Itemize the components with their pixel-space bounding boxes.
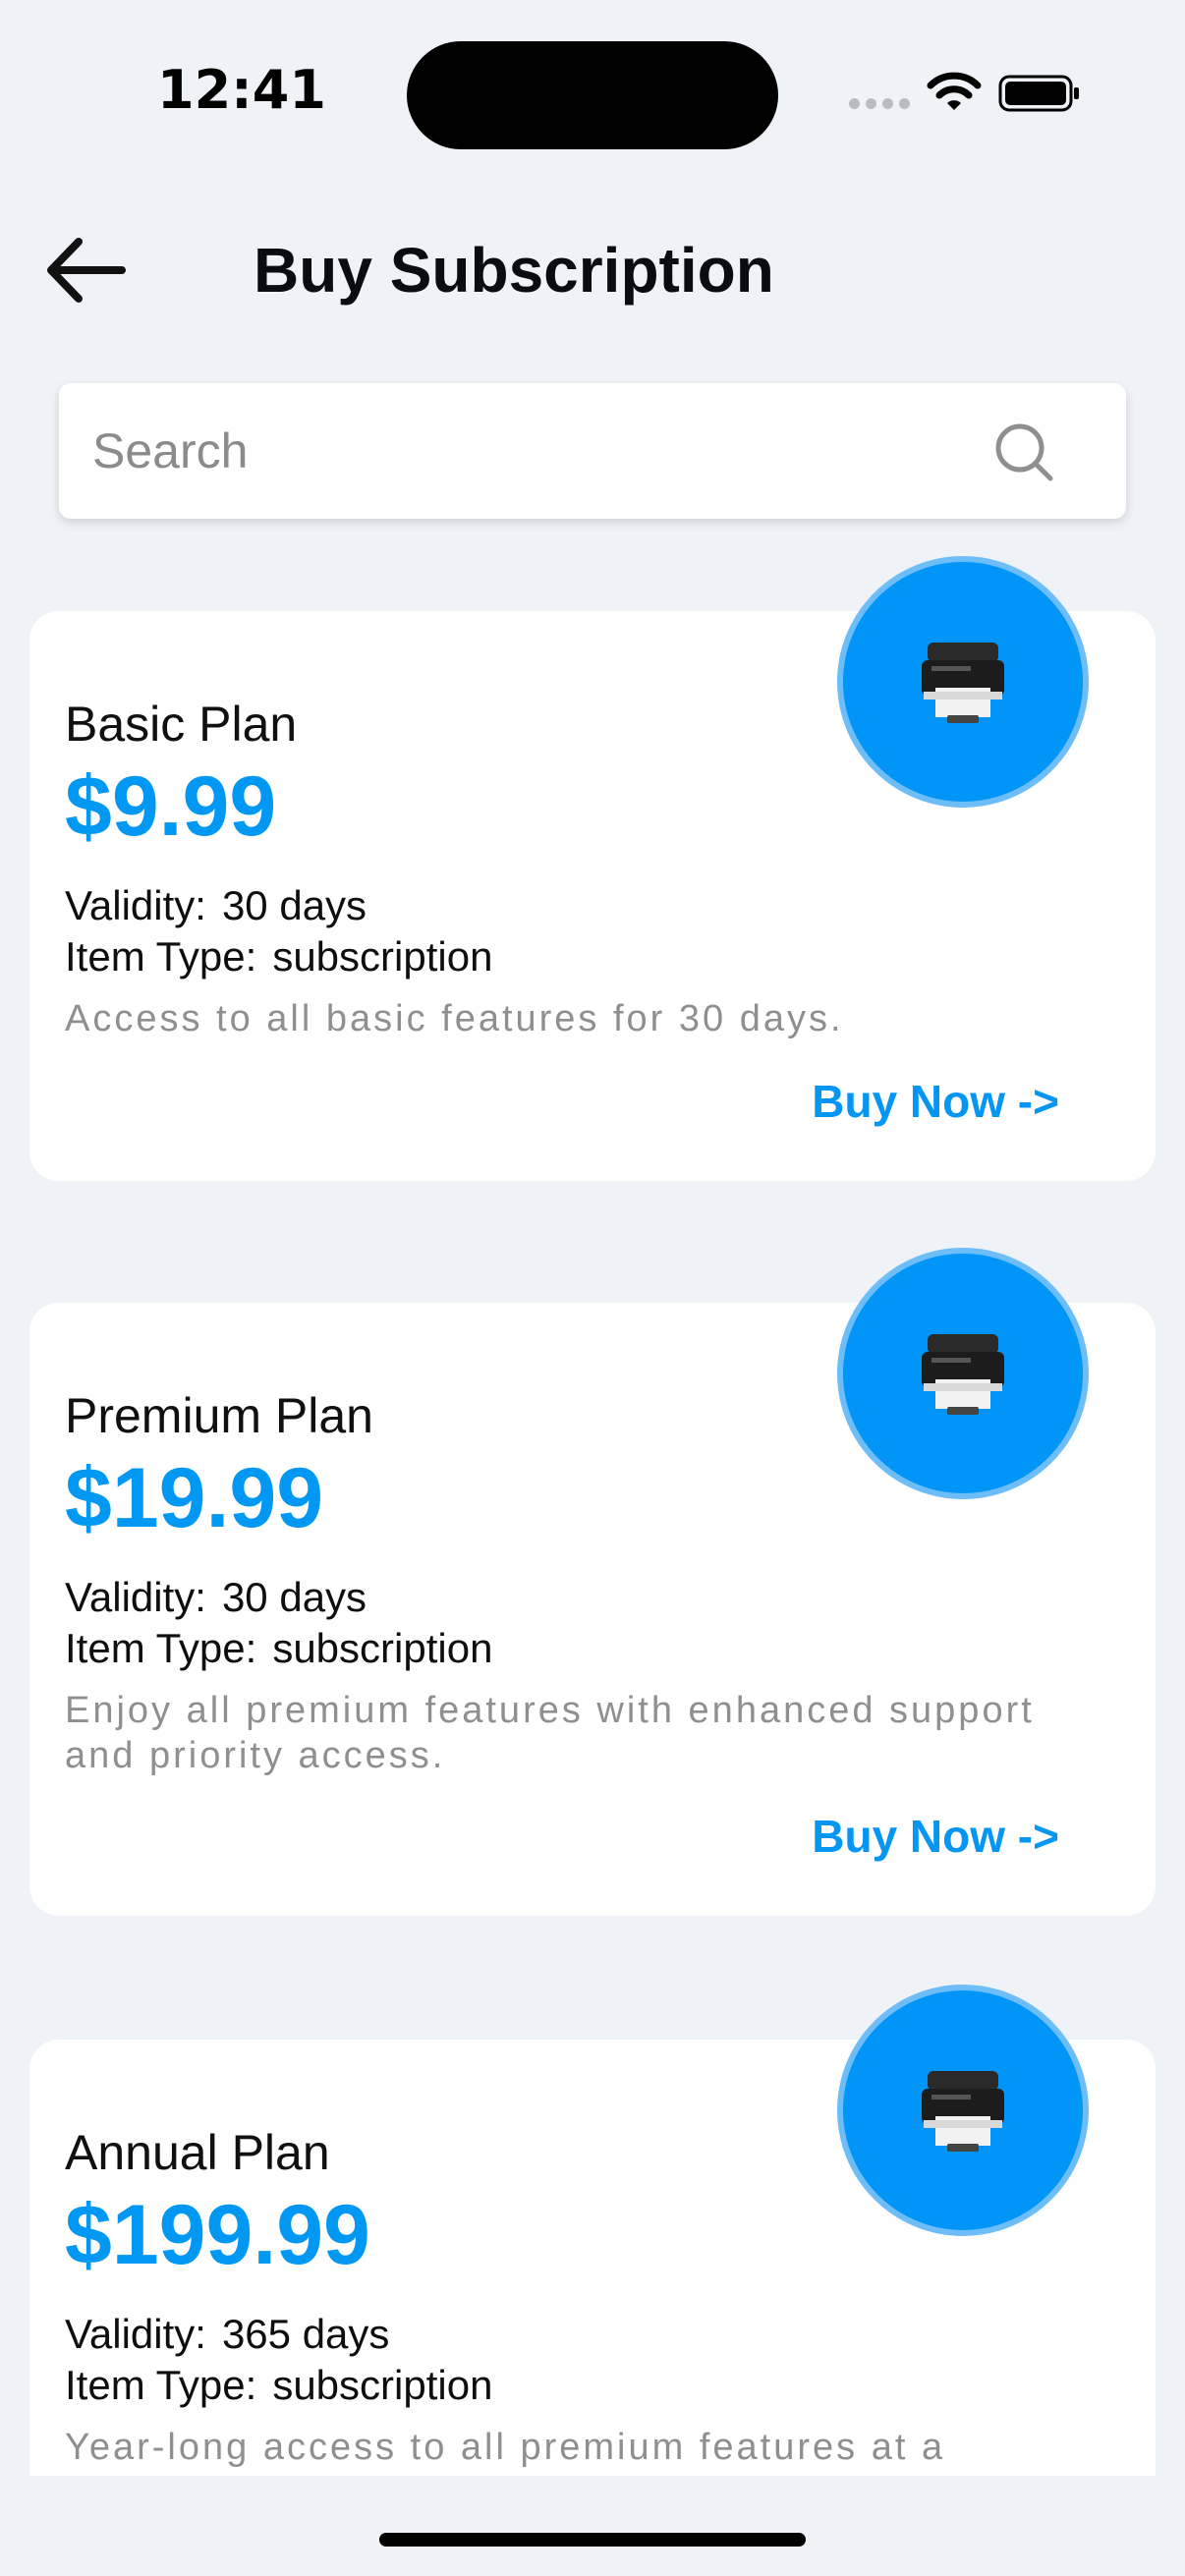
back-button[interactable] [35, 226, 134, 314]
plan-item-type: Item Type: subscription [65, 2362, 492, 2409]
plan-validity: Validity: 30 days [65, 882, 367, 929]
printer-icon [922, 1334, 1004, 1415]
status-bar: 12:41 [0, 0, 1185, 196]
plan-description: Year-long access to all premium features… [65, 2427, 946, 2468]
wifi-icon [927, 72, 982, 110]
arrow-left-icon [47, 238, 126, 303]
plan-description: Access to all basic features for 30 days… [65, 998, 844, 1039]
search-input[interactable] [92, 383, 977, 519]
plan-badge [837, 1248, 1089, 1499]
home-indicator[interactable] [379, 2533, 806, 2547]
buy-now-button[interactable]: Buy Now -> [812, 1810, 1059, 1863]
validity-label: Validity: [65, 1574, 206, 1620]
search-icon[interactable] [992, 420, 1055, 483]
plan-badge [837, 1985, 1089, 2236]
plan-description: Enjoy all premium features with enhanced… [65, 1690, 1035, 1776]
buy-now-button[interactable]: Buy Now -> [812, 1075, 1059, 1128]
plan-item-type: Item Type: subscription [65, 933, 492, 980]
validity-value: 365 days [221, 2311, 390, 2357]
cellular-signal-icon [849, 98, 910, 109]
item-type-label: Item Type: [65, 2362, 257, 2408]
item-type-value: subscription [272, 2362, 493, 2408]
screen: 12:41 Buy Subscription Search Basic Plan… [0, 0, 1185, 2576]
printer-icon [922, 643, 1004, 723]
plan-price: $9.99 [65, 759, 277, 854]
battery-icon [998, 75, 1079, 112]
validity-value: 30 days [221, 882, 367, 928]
plan-name: Basic Plan [65, 697, 298, 752]
plan-price: $19.99 [65, 1451, 324, 1545]
plan-validity: Validity: 30 days [65, 1574, 367, 1621]
printer-icon [922, 2071, 1004, 2152]
plan-badge [837, 556, 1089, 808]
plan-name: Annual Plan [65, 2125, 330, 2180]
plan-card-basic: Basic Plan $9.99 Validity: 30 days Item T… [29, 556, 1156, 1181]
dynamic-island [407, 41, 778, 149]
item-type-value: subscription [272, 1625, 493, 1671]
status-time: 12:41 [157, 59, 326, 121]
header: Buy Subscription [0, 196, 1185, 344]
page-title: Buy Subscription [254, 235, 774, 306]
search-bar [59, 383, 1126, 519]
item-type-label: Item Type: [65, 1625, 257, 1671]
item-type-value: subscription [272, 933, 493, 980]
validity-value: 30 days [221, 1574, 367, 1620]
bottom-safe-area [0, 2476, 1185, 2576]
validity-label: Validity: [65, 882, 206, 928]
plan-item-type: Item Type: subscription [65, 1625, 492, 1672]
plan-price: $199.99 [65, 2188, 370, 2282]
plan-name: Premium Plan [65, 1388, 373, 1443]
validity-label: Validity: [65, 2311, 206, 2357]
item-type-label: Item Type: [65, 933, 257, 980]
plan-validity: Validity: 365 days [65, 2311, 389, 2358]
plan-card-premium: Premium Plan $19.99 Validity: 30 days Ite… [29, 1248, 1156, 1916]
